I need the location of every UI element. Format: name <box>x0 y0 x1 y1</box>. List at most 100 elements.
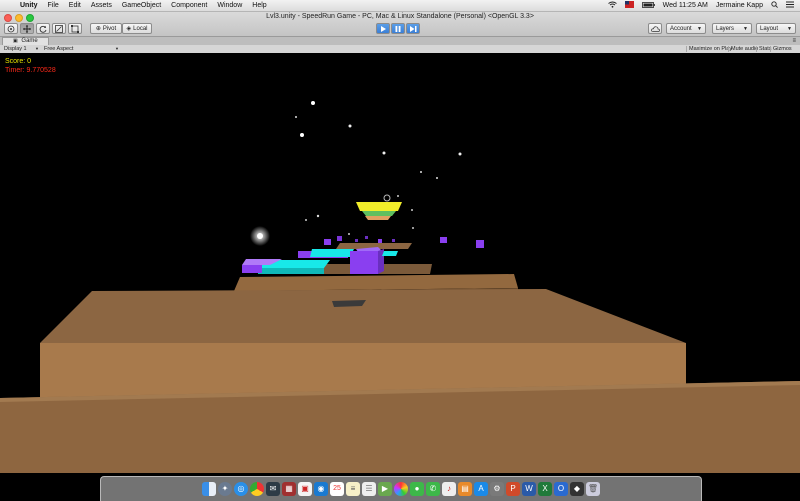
move-icon <box>23 24 31 33</box>
close-window-icon[interactable] <box>4 14 12 22</box>
chevron-down-icon: ▼ <box>115 46 119 51</box>
menu-unity[interactable]: Unity <box>20 2 38 9</box>
pivot-toggle-button[interactable]: ⊕ Pivot <box>90 23 122 34</box>
game-tab-label: Game <box>21 38 38 44</box>
safari-icon[interactable]: ◎ <box>234 482 248 496</box>
maps-icon[interactable]: ≡ <box>346 482 360 496</box>
messages-icon[interactable]: ☰ <box>362 482 376 496</box>
path-blocks <box>242 247 398 274</box>
mail-icon[interactable]: ✉ <box>266 482 280 496</box>
battery-icon[interactable] <box>641 1 655 10</box>
launchpad-icon[interactable]: ✦ <box>218 482 232 496</box>
pivot-icon: ⊕ <box>95 26 101 32</box>
menu-edit[interactable]: Edit <box>69 2 81 9</box>
layout-label: Layout <box>760 25 779 32</box>
gizmos-label: Gizmos <box>773 46 792 52</box>
powerpoint-icon[interactable]: ▤ <box>458 482 472 496</box>
rotate-tool-button[interactable] <box>36 23 50 34</box>
game-tab-icon: ▣ <box>13 38 18 44</box>
game-view[interactable]: Score: 0 Timer: 9.770528 <box>0 53 800 473</box>
cloud-button[interactable] <box>648 23 662 34</box>
tab-game[interactable]: ▣ Game <box>2 37 49 45</box>
word-icon[interactable]: A <box>474 482 488 496</box>
layout-dropdown[interactable]: Layout ▼ <box>756 23 796 34</box>
itunes-icon[interactable] <box>394 482 408 496</box>
display-dropdown[interactable]: Display 1 ▼ <box>4 45 40 53</box>
gizmos-dropdown[interactable]: Gizmos <box>770 46 794 52</box>
layers-label: Layers <box>716 25 735 32</box>
window-controls <box>4 14 34 22</box>
downloads-icon[interactable]: ◆ <box>570 482 584 496</box>
calendar-icon[interactable]: ▣ <box>298 482 312 496</box>
flag-icon[interactable] <box>624 1 634 10</box>
appstore-icon[interactable]: ✆ <box>426 482 440 496</box>
preferences-icon[interactable]: ♪ <box>442 482 456 496</box>
rect-icon <box>71 24 79 33</box>
photos-icon[interactable]: ▦ <box>282 482 296 496</box>
facetime-icon[interactable]: ▶ <box>378 482 392 496</box>
rotate-icon <box>39 25 47 33</box>
hand-tool-button[interactable] <box>4 23 18 34</box>
ibooks-icon[interactable]: ● <box>410 482 424 496</box>
unity-icon[interactable]: X <box>538 482 552 496</box>
menu-file[interactable]: File <box>48 2 59 9</box>
menu-component[interactable]: Component <box>171 2 207 9</box>
game-scene <box>0 101 800 473</box>
onenote-icon[interactable]: P <box>506 482 520 496</box>
step-icon <box>409 25 416 32</box>
layers-dropdown[interactable]: Layers ▼ <box>712 23 752 34</box>
chevron-down-icon: ▼ <box>35 46 39 51</box>
menu-assets[interactable]: Assets <box>91 2 112 9</box>
mac-menu-bar: Unity File Edit Assets GameObject Compon… <box>0 0 800 12</box>
scale-tool-button[interactable] <box>52 23 66 34</box>
rect-tool-button[interactable] <box>68 23 82 34</box>
particles <box>250 101 462 246</box>
clock[interactable]: Wed 11:25 AM <box>663 2 708 9</box>
pivot-label: Pivot <box>102 25 117 32</box>
notification-center-icon[interactable] <box>786 1 794 10</box>
pause-icon <box>395 25 401 32</box>
trash-icon[interactable]: 🗑 <box>586 482 600 496</box>
display-label: Display 1 <box>4 46 27 52</box>
menu-gameobject[interactable]: GameObject <box>122 2 161 9</box>
monodevelop-icon[interactable]: O <box>554 482 568 496</box>
hand-icon <box>7 25 15 32</box>
menu-window[interactable]: Window <box>217 2 242 9</box>
account-label: Account <box>670 25 692 32</box>
menu-help[interactable]: Help <box>252 2 266 9</box>
tab-menu-icon[interactable]: ≡ <box>792 37 796 45</box>
aspect-label: Free Aspect <box>44 46 74 52</box>
play-icon <box>381 25 386 32</box>
local-toggle-button[interactable]: ◈ Local <box>122 23 152 34</box>
chevron-down-icon: ▼ <box>787 25 792 32</box>
outlook-icon[interactable]: W <box>522 482 536 496</box>
local-label: Local <box>133 25 148 32</box>
goal-platform <box>356 202 402 220</box>
excel-icon[interactable]: ⚙ <box>490 482 504 496</box>
timer-label: Timer: 9.770528 <box>5 67 56 74</box>
notes-icon[interactable]: ◉ <box>314 482 328 496</box>
mute-label: Mute audio <box>731 46 759 52</box>
score-label: Score: 0 <box>5 58 32 65</box>
account-dropdown[interactable]: Account ▼ <box>666 23 706 34</box>
chevron-down-icon: ▼ <box>743 25 748 32</box>
aspect-dropdown[interactable]: Free Aspect ▼ <box>44 45 120 53</box>
mac-dock: ✦ ◎ ✉ ▦ ▣ ◉ 25 ≡ ☰ ▶ ● ✆ ♪ ▤ A ⚙ P W X O… <box>100 476 702 501</box>
pause-button[interactable] <box>391 23 405 34</box>
chrome-icon[interactable] <box>250 482 264 496</box>
finder-icon[interactable] <box>202 482 216 496</box>
foreground-platforms <box>0 274 800 473</box>
user-name[interactable]: Jermaine Kapp <box>716 2 763 9</box>
play-button[interactable] <box>376 23 390 34</box>
search-icon[interactable] <box>771 1 778 10</box>
unity-toolbar: Lvl3.unity - SpeedRun Game - PC, Mac & L… <box>0 12 800 37</box>
window-title: Lvl3.unity - SpeedRun Game - PC, Mac & L… <box>266 13 534 20</box>
move-tool-button[interactable] <box>20 23 34 34</box>
maximize-on-play-toggle[interactable]: Maximize on Play <box>686 46 734 52</box>
reminders-icon[interactable]: 25 <box>330 482 344 496</box>
zoom-window-icon[interactable] <box>26 14 34 22</box>
cloud-icon <box>650 25 660 32</box>
step-button[interactable] <box>406 23 420 34</box>
wifi-icon[interactable] <box>607 1 617 10</box>
minimize-window-icon[interactable] <box>15 14 23 22</box>
